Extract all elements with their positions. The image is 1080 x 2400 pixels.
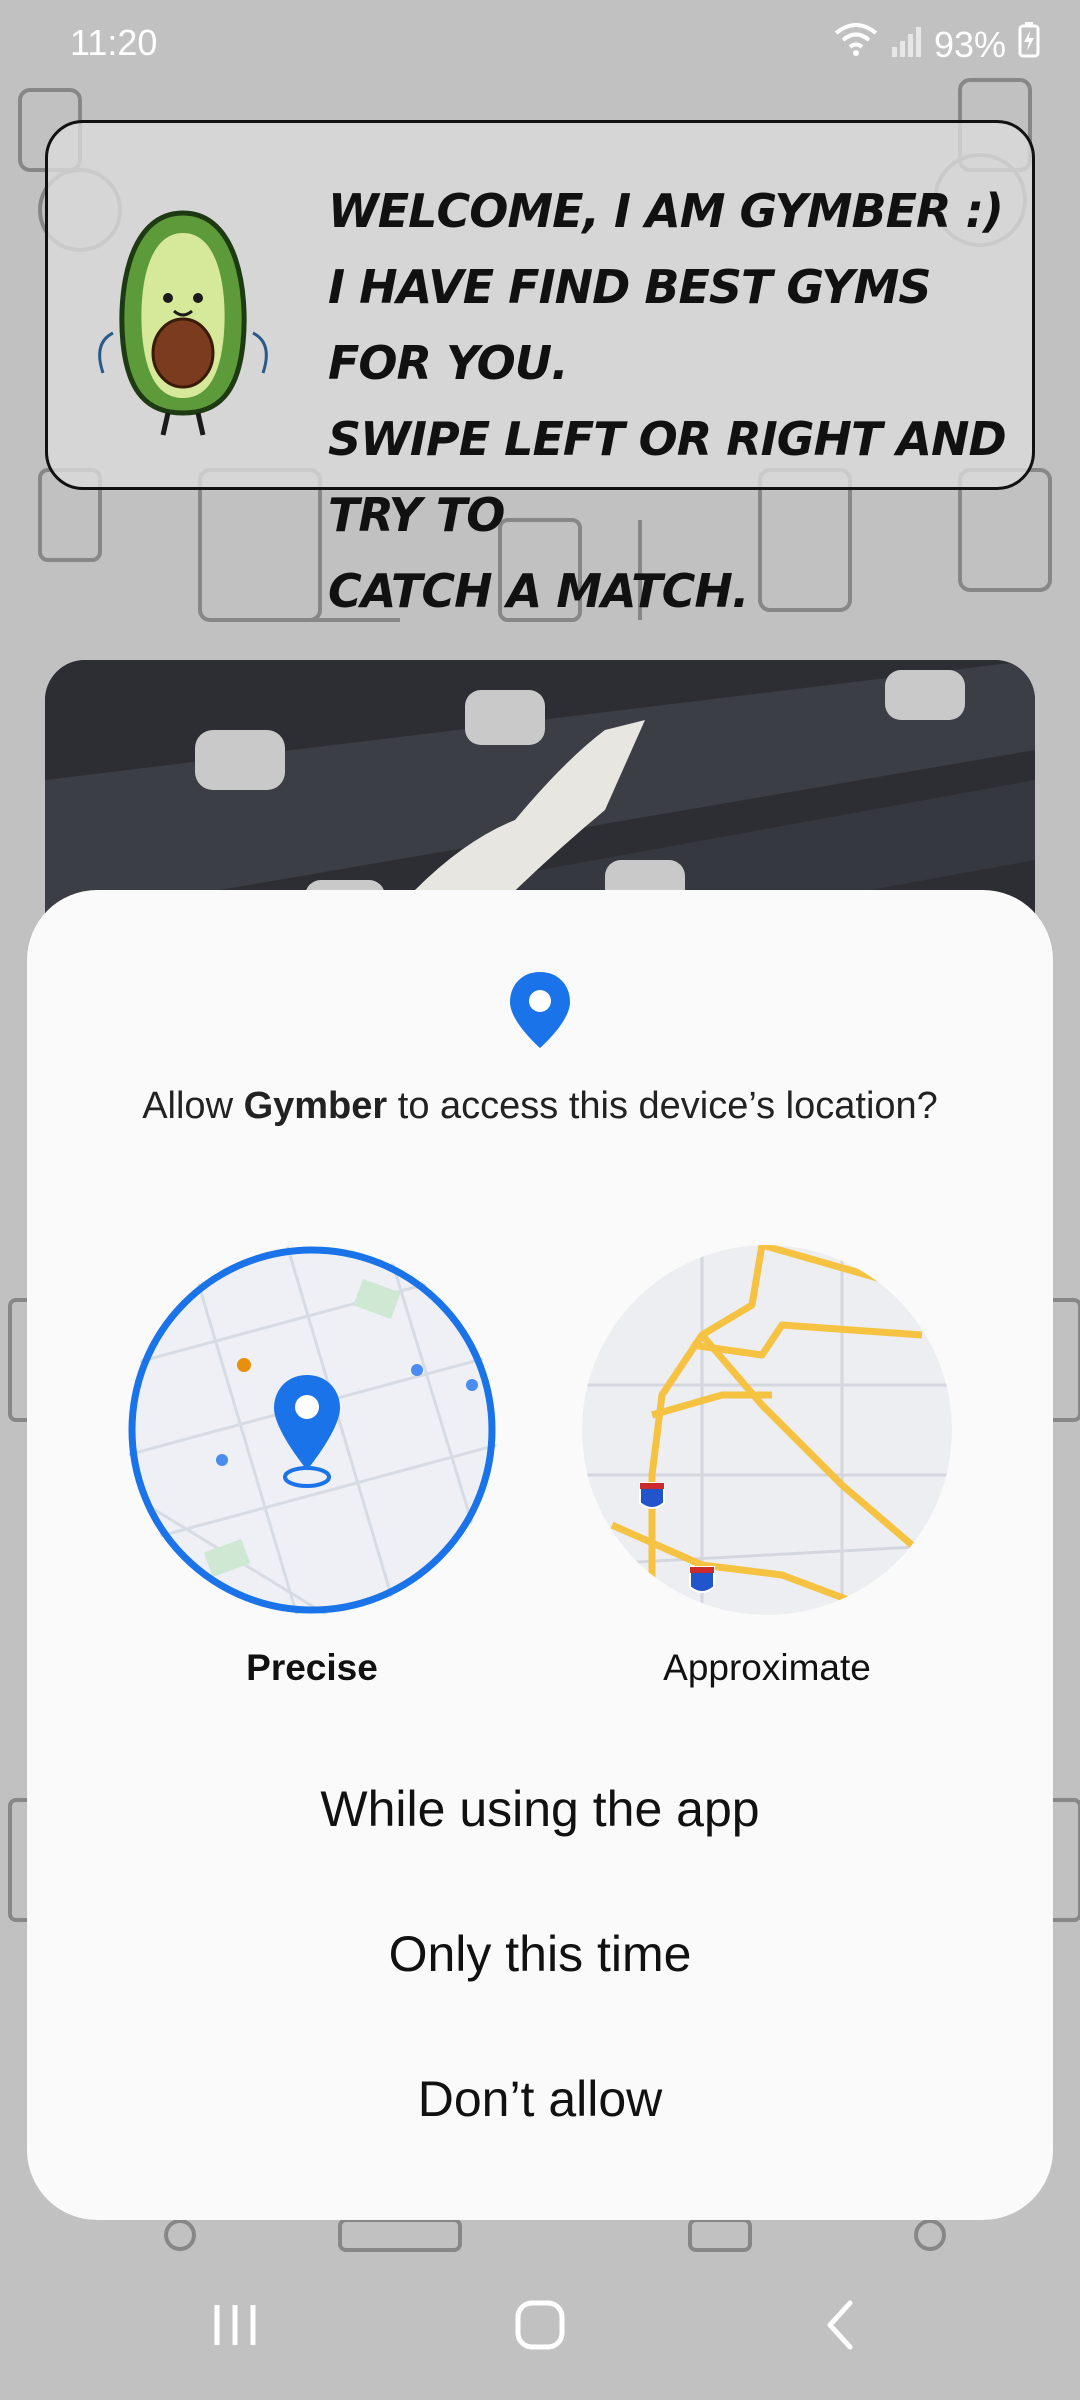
approximate-label: Approximate: [663, 1647, 871, 1688]
question-suffix: to access this device’s location?: [387, 1085, 938, 1127]
back-button[interactable]: [800, 2285, 880, 2365]
back-icon: [827, 2300, 853, 2350]
approximate-map[interactable]: [582, 1245, 952, 1615]
welcome-line: catch a match.: [328, 564, 749, 618]
precise-map[interactable]: [127, 1245, 497, 1615]
only-this-time-button[interactable]: Only this time: [27, 1925, 1053, 1983]
home-button[interactable]: [500, 2285, 580, 2365]
while-using-app-button[interactable]: While using the app: [27, 1780, 1053, 1838]
welcome-message: Welcome, I am Gymber :) I have find best…: [328, 173, 1008, 629]
approximate-map-image: [582, 1245, 952, 1615]
precise-option[interactable]: Precise: [127, 1245, 497, 1689]
recents-icon: [214, 2305, 256, 2345]
question-prefix: Allow: [142, 1085, 244, 1127]
welcome-line: I have find best gyms for you.: [328, 260, 932, 390]
dont-allow-button[interactable]: Don’t allow: [27, 2070, 1053, 2128]
location-pin-icon: [510, 972, 570, 1048]
location-permission-dialog: Allow Gymber to access this device’s loc…: [27, 890, 1053, 2220]
welcome-line: Swipe left or right and try to: [328, 412, 1007, 542]
approximate-option[interactable]: Approximate: [582, 1245, 952, 1689]
permission-question: Allow Gymber to access this device’s loc…: [27, 1085, 1053, 1128]
navigation-bar: [0, 2250, 1080, 2400]
app-name: Gymber: [243, 1085, 388, 1127]
home-icon: [515, 2300, 565, 2350]
precise-map-image: [127, 1245, 497, 1615]
status-bar: 11:20 93%: [0, 0, 1080, 90]
precise-label: Precise: [246, 1647, 378, 1688]
battery-percent: 93%: [933, 23, 1006, 65]
signal-icon: [890, 24, 922, 66]
wifi-icon: [834, 23, 878, 66]
recents-button[interactable]: [195, 2285, 275, 2365]
welcome-line: Welcome, I am Gymber :): [328, 184, 1004, 238]
status-time: 11:20: [70, 22, 158, 63]
battery-icon: [1018, 22, 1040, 67]
status-icons: 93%: [834, 22, 1040, 67]
avocado-mascot-icon: [98, 210, 268, 436]
welcome-banner: Welcome, I am Gymber :) I have find best…: [45, 120, 1035, 618]
